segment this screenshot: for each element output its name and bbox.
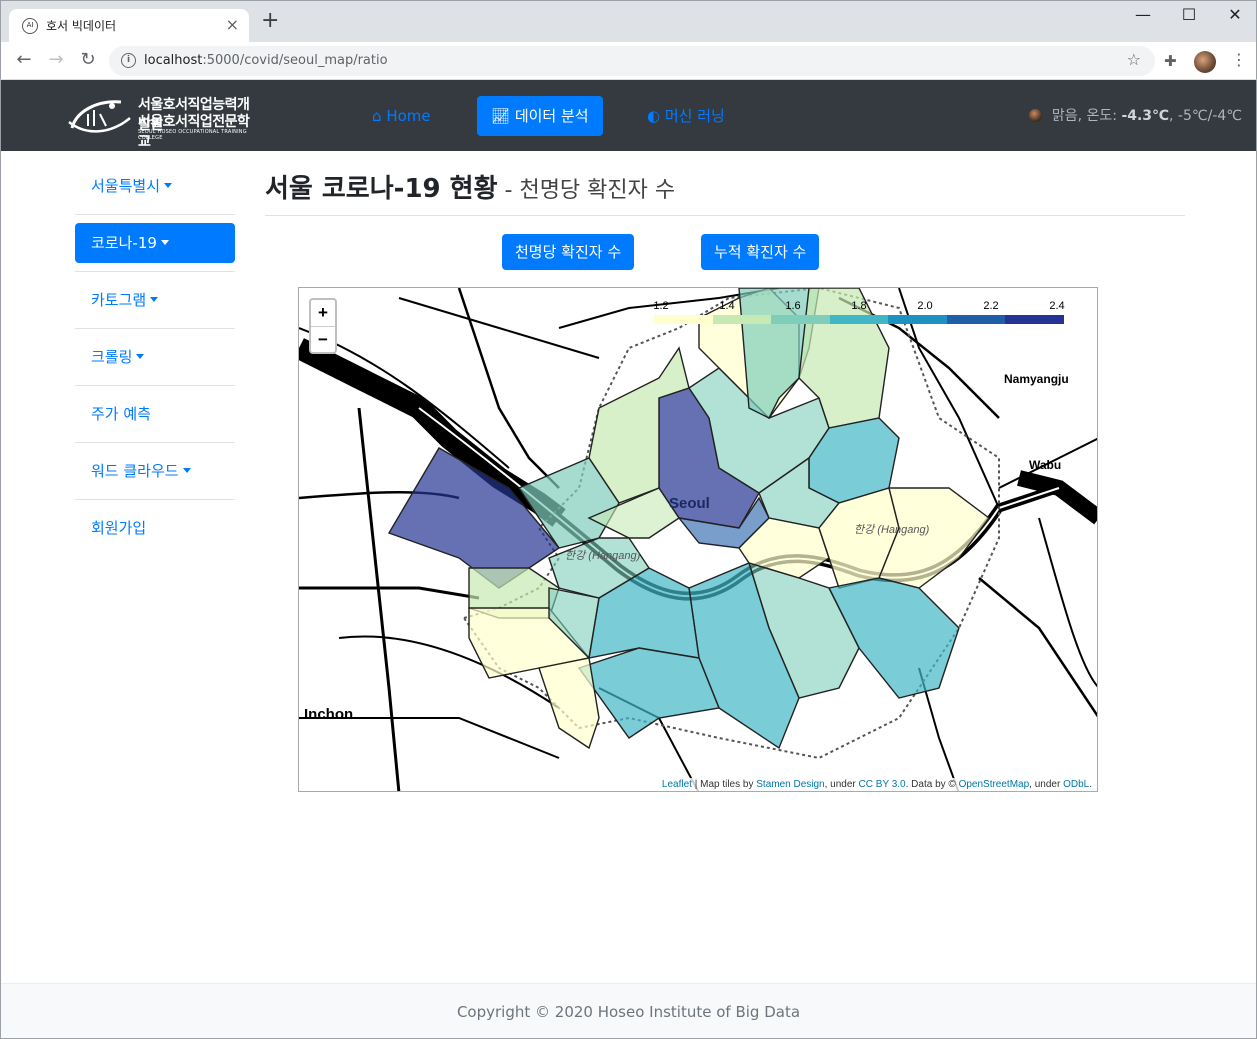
copyright-text: Copyright © 2020 Hoseo Institute of Big …	[456, 1003, 801, 1021]
back-arrow-icon[interactable]: ←	[13, 50, 35, 70]
menu-kebab-icon[interactable]: ⋮	[1231, 50, 1247, 69]
bookmark-star-icon[interactable]: ☆	[1127, 50, 1141, 69]
district-gwanak[interactable]	[577, 647, 720, 739]
tab-close-icon[interactable]: ×	[226, 15, 239, 34]
browser-tab-strip: AI 호서 빅데이터 × + — ☐ ✕	[0, 0, 1257, 43]
reload-icon[interactable]: ↻	[77, 50, 99, 70]
chart-line-icon: 📈︎	[491, 107, 511, 125]
home-icon: ⌂	[372, 107, 382, 125]
college-logo[interactable]: 서울호서직업능력개발원 서울호서직업전문학교 SEOUL HOSEO OCCUP…	[66, 92, 261, 150]
district-geumcheon[interactable]	[538, 657, 600, 750]
color-legend: 1.2 1.4 1.6 1.8 2.0 2.2 2.4	[653, 300, 1065, 326]
choropleth-map[interactable]: + − 1.2 1.4 1.6 1.8 2.0 2.2 2.4 Seoul Inchon N…	[298, 287, 1098, 792]
nav-data-analysis-link[interactable]: 📈︎ 데이터 분석	[477, 96, 603, 136]
odbl-link[interactable]: ODbL	[1063, 779, 1089, 790]
legend-tick-label: 2.0	[917, 300, 933, 312]
leaflet-link[interactable]: Leaflet	[662, 779, 692, 790]
favicon-icon: AI	[22, 18, 38, 34]
zoom-out-button[interactable]: −	[311, 326, 335, 352]
legend-color-swatch	[654, 315, 713, 324]
map-attribution: Leaflet | Map tiles by Stamen Design, un…	[656, 778, 1097, 791]
browser-toolbar: ← → ↻ i localhost:5000/covid/seoul_map/r…	[0, 42, 1257, 80]
label-seoul: Seoul	[669, 495, 710, 512]
sidebar-link-seoul[interactable]: 서울특별시	[75, 166, 235, 206]
divider	[265, 215, 1185, 216]
sidebar-item-signup: 회원가입	[75, 500, 235, 557]
url-text: localhost:5000/covid/seoul_map/ratio	[144, 53, 388, 68]
legend-color-swatch	[712, 315, 772, 324]
sidebar-item-cartogram: 카토그램	[75, 272, 235, 329]
legend-color-swatch	[829, 315, 889, 324]
new-tab-button[interactable]: +	[261, 10, 279, 32]
legend-tick-label: 2.2	[983, 300, 999, 312]
ccby-link[interactable]: CC BY 3.0	[859, 779, 906, 790]
weather-status: 맑음, 온도: -4.3℃, -5℃/-4℃	[1028, 105, 1242, 125]
legend-tick-label: 2.4	[1049, 300, 1065, 312]
caret-down-icon	[160, 240, 169, 245]
legend-tick-label: 1.8	[851, 300, 867, 312]
sidebar-item-wordcloud: 워드 클라우드	[75, 443, 235, 500]
nav-home-link[interactable]: ⌂ Home	[358, 96, 445, 136]
sidebar-link-cartogram[interactable]: 카토그램	[75, 280, 235, 320]
map-canvas	[299, 288, 1097, 791]
label-wabu: Wabu	[1029, 458, 1062, 472]
caret-down-icon	[164, 183, 173, 188]
address-bar[interactable]: i localhost:5000/covid/seoul_map/ratio ☆	[109, 46, 1155, 76]
weather-icon	[1028, 109, 1042, 122]
forward-arrow-icon[interactable]: →	[45, 50, 67, 70]
extensions-puzzle-icon[interactable]: ✚	[1164, 52, 1177, 70]
legend-tick-label: 1.6	[785, 300, 801, 312]
sidebar-link-crawling[interactable]: 크롤링	[75, 337, 235, 377]
legend-tick-label: 1.4	[719, 300, 735, 312]
legend-color-swatch	[1005, 315, 1065, 324]
browser-tab[interactable]: AI 호서 빅데이터 ×	[9, 9, 249, 43]
zoom-in-button[interactable]: +	[311, 300, 335, 326]
district-gangseo[interactable]	[387, 447, 561, 589]
logo-line-3: SEOUL HOSEO OCCUPATIONAL TRAINING COLLEG…	[138, 129, 247, 141]
label-hangang-east: 한강 (Hangang)	[854, 524, 930, 536]
close-window-button[interactable]: ✕	[1225, 5, 1245, 24]
brain-icon: ◐	[647, 107, 661, 125]
logo-swoosh-icon	[68, 100, 131, 133]
sidebar-item-seoul: 서울특별시	[75, 158, 235, 215]
per-thousand-button[interactable]: 천명당 확진자 수	[502, 234, 635, 270]
sidebar-item-crawling: 크롤링	[75, 329, 235, 386]
tab-title: 호서 빅데이터	[46, 19, 117, 33]
sidebar-item-covid: 코로나-19	[75, 215, 235, 272]
district-gangdong[interactable]	[878, 487, 990, 589]
label-inchon: Inchon	[304, 706, 354, 723]
legend-color-swatch	[946, 315, 1006, 324]
legend-color-swatch	[888, 315, 947, 324]
sidebar: 서울특별시 코로나-19 카토그램 크롤링 주가 예측 워드 클라우드 회원가입	[75, 158, 235, 557]
label-namyangju: Namyangju	[1004, 372, 1069, 386]
sidebar-link-covid[interactable]: 코로나-19	[75, 223, 235, 263]
legend-ticks: 1.2 1.4 1.6 1.8 2.0 2.2 2.4	[653, 300, 1065, 314]
legend-tick-label: 1.2	[653, 300, 669, 312]
minimize-button[interactable]: —	[1133, 5, 1153, 24]
sidebar-link-signup[interactable]: 회원가입	[75, 508, 235, 548]
caret-down-icon	[182, 468, 191, 473]
sidebar-item-stock: 주가 예측	[75, 386, 235, 443]
page-subtitle: - 천명당 확진자 수	[497, 178, 676, 203]
legend-color-bar	[654, 315, 1065, 324]
sidebar-link-wordcloud[interactable]: 워드 클라우드	[75, 451, 235, 491]
zoom-control: + −	[309, 298, 337, 354]
footer: Copyright © 2020 Hoseo Institute of Big …	[1, 983, 1256, 1039]
profile-avatar[interactable]	[1194, 51, 1216, 73]
osm-link[interactable]: OpenStreetMap	[959, 779, 1030, 790]
nav-machine-learning-link[interactable]: ◐ 머신 러닝	[633, 96, 739, 136]
maximize-button[interactable]: ☐	[1179, 5, 1199, 24]
info-icon[interactable]: i	[121, 53, 136, 68]
site-navbar: 서울호서직업능력개발원 서울호서직업전문학교 SEOUL HOSEO OCCUP…	[1, 80, 1256, 151]
caret-down-icon	[150, 297, 159, 302]
sidebar-link-stock[interactable]: 주가 예측	[75, 394, 235, 434]
caret-down-icon	[136, 354, 145, 359]
label-hangang-west: 한강 (Hangang)	[565, 550, 641, 562]
page-title: 서울 코로나-19 현황 - 천명당 확진자 수	[265, 174, 676, 204]
cumulative-button[interactable]: 누적 확진자 수	[701, 234, 820, 270]
district-polygons	[387, 288, 990, 750]
stamen-link[interactable]: Stamen Design	[756, 779, 824, 790]
legend-color-swatch	[771, 315, 830, 324]
